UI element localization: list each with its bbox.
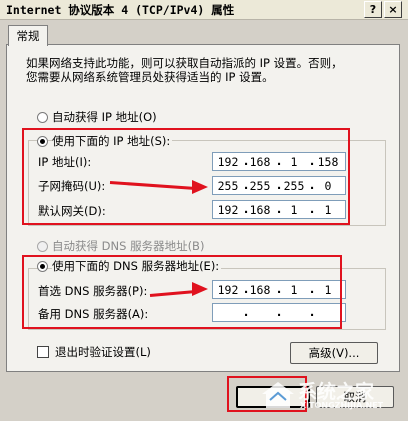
annotation-arrow-head [192,180,208,194]
watermark-url: XITONGZHIJIA.NET [300,401,384,410]
radio-auto-ip[interactable] [37,112,48,123]
description-line-2: 您需要从网络系统管理员处获得适当的 IP 设置。 [26,70,274,84]
radio-auto-dns[interactable] [37,241,48,252]
advanced-button[interactable]: 高级(V)... [290,342,378,364]
title-bar: Internet 协议版本 4 (TCP/IPv4) 属性 ? × [0,0,408,20]
validate-on-exit-label: 退出时验证设置(L) [55,345,151,359]
radio-auto-dns-label: 自动获得 DNS 服务器地址(B) [52,239,205,253]
window-title: Internet 协议版本 4 (TCP/IPv4) 属性 [6,3,235,17]
help-button[interactable]: ? [364,1,382,18]
tab-general[interactable]: 常规 [8,25,48,46]
annotation-box-ip [22,128,350,225]
annotation-arrow-head [192,282,208,296]
validate-on-exit-checkbox[interactable] [37,346,49,358]
description-text: 如果网络支持此功能，则可以获取自动指派的 IP 设置。否则， 您需要从网络系统管… [26,56,343,84]
watermark-text: 系统之家 [298,381,375,403]
properties-dialog: Internet 协议版本 4 (TCP/IPv4) 属性 ? × 常规 如果网… [0,0,408,421]
radio-auto-ip-label: 自动获得 IP 地址(O) [52,110,157,124]
close-button[interactable]: × [384,1,402,18]
description-line-1: 如果网络支持此功能，则可以获取自动指派的 IP 设置。否则， [26,56,343,70]
watermark-logo-icon [262,382,294,408]
